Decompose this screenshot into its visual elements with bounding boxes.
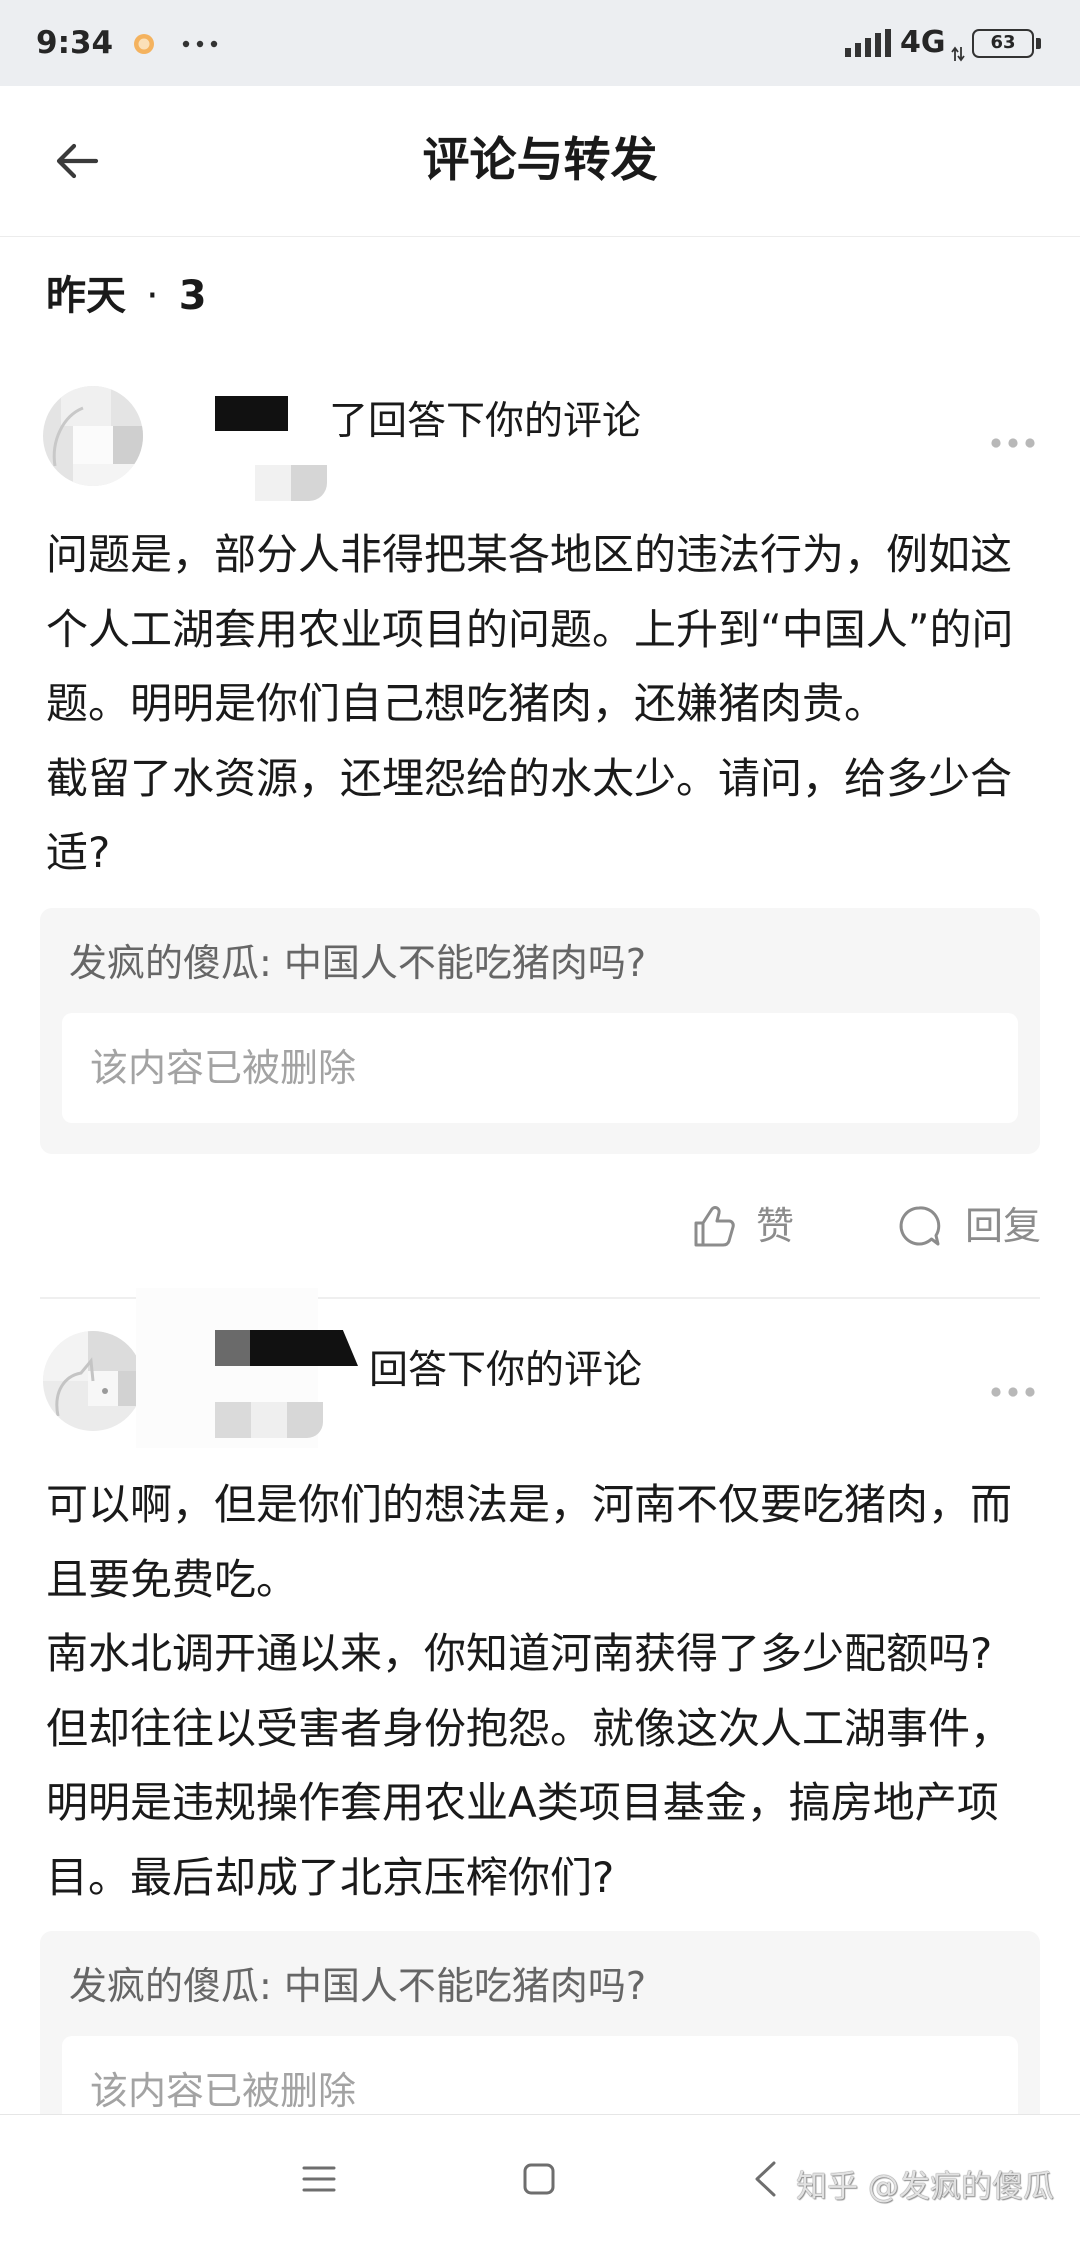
menu-icon[interactable] bbox=[302, 2163, 336, 2195]
comment-body: 问题是，部分人非得把某各地区的违法行为，例如这 个人工湖套用农业项目的问题。上升… bbox=[46, 518, 1056, 891]
app-notification-icon bbox=[134, 34, 154, 54]
like-button[interactable]: 赞 bbox=[688, 1198, 808, 1254]
signal-icon bbox=[845, 29, 891, 57]
comment-action-text: 回答下你的评论 bbox=[369, 1348, 643, 1393]
redaction-pixel bbox=[291, 465, 327, 501]
back-arrow-icon[interactable] bbox=[52, 138, 102, 184]
comment-body-line: 截留了水资源，还埋怨给的水太少。请问，给多少合 bbox=[46, 753, 1013, 803]
section-count: 3 bbox=[178, 273, 207, 319]
redaction-pixel bbox=[287, 1402, 323, 1438]
comment-body-line: 可以啊，但是你们的想法是，河南不仅要吃猪肉，而 bbox=[46, 1480, 1013, 1529]
redaction-block bbox=[250, 1330, 358, 1366]
back-icon[interactable] bbox=[752, 2160, 778, 2198]
redaction-pixel bbox=[255, 465, 291, 501]
battery-icon: 63 bbox=[972, 29, 1034, 58]
home-icon[interactable] bbox=[523, 2163, 555, 2195]
redaction-pixel bbox=[251, 1402, 287, 1438]
status-time: 9:34 bbox=[36, 25, 114, 61]
comment-body-line: 适? bbox=[46, 828, 111, 877]
battery-level: 63 bbox=[990, 32, 1016, 53]
deleted-content-box: 该内容已被删除 bbox=[62, 1013, 1018, 1123]
more-dots-icon[interactable] bbox=[990, 1386, 1036, 1398]
comment-body-line: 题。明明是你们自己想吃猪肉，还嫌猪肉贵。 bbox=[46, 679, 887, 728]
page: 9:34 4G 63 评论与转发 昨天 · 3 了回答下你的评论 问题是，部分人… bbox=[0, 0, 1080, 2244]
redacted-username[interactable] bbox=[215, 1330, 358, 1366]
network-type: 4G bbox=[900, 25, 946, 60]
quoted-comment-author: 发疯的傻瓜: bbox=[69, 941, 272, 985]
section-header: 昨天 · 3 bbox=[46, 266, 207, 326]
deleted-notice: 该内容已被删除 bbox=[90, 1046, 357, 1090]
comment-body-line: 明明是违规操作套用农业A类项目基金，搞房地产项 bbox=[46, 1778, 999, 1827]
comment-body-line: 目。最后却成了北京压榨你们? bbox=[46, 1852, 615, 1902]
comment-body-line: 个人工湖套用农业项目的问题。上升到“中国人”的问 bbox=[46, 604, 1014, 654]
avatar[interactable] bbox=[43, 1331, 143, 1431]
section-separator: · bbox=[146, 273, 159, 319]
more-dots-icon[interactable] bbox=[990, 437, 1036, 449]
battery-nub bbox=[1036, 38, 1041, 49]
redaction-block bbox=[215, 396, 288, 431]
comment-body-line: 问题是，部分人非得把某各地区的违法行为，例如这 bbox=[46, 530, 1013, 579]
like-label: 赞 bbox=[756, 1204, 795, 1248]
quoted-comment-author: 发疯的傻瓜: bbox=[69, 1964, 272, 2008]
comment-body: 可以啊，但是你们的想法是，河南不仅要吃猪肉，而 且要免费吃。 南水北调开通以来，… bbox=[46, 1468, 1056, 1915]
data-activity-icon bbox=[951, 46, 965, 62]
comment-action-text: 了回答下你的评论 bbox=[329, 399, 642, 444]
page-title: 评论与转发 bbox=[422, 133, 658, 188]
redacted-username[interactable] bbox=[215, 396, 288, 431]
comment-bubble-icon bbox=[899, 1206, 941, 1246]
section-day: 昨天 bbox=[46, 273, 126, 319]
quoted-comment-text: 发疯的傻瓜: 中国人不能吃猪肉吗? bbox=[69, 941, 646, 985]
comment-body-line: 但却往往以受害者身份抱怨。就像这次人工湖事件， bbox=[46, 1703, 1013, 1753]
redaction-pixel bbox=[215, 1402, 251, 1438]
avatar[interactable] bbox=[43, 386, 143, 486]
redaction-block bbox=[215, 1330, 250, 1366]
app-header: 评论与转发 bbox=[0, 86, 1080, 237]
watermark: 知乎 @发疯的傻瓜 bbox=[796, 2169, 1054, 2205]
reply-label: 回复 bbox=[965, 1204, 1042, 1248]
system-nav-bar: 知乎 @发疯的傻瓜 bbox=[0, 2114, 1080, 2244]
status-bar: 9:34 4G 63 bbox=[0, 0, 1080, 86]
more-notifications-icon bbox=[182, 40, 218, 48]
comment-body-line: 南水北调开通以来，你知道河南获得了多少配额吗? bbox=[46, 1629, 993, 1678]
thumbs-up-icon bbox=[694, 1206, 735, 1247]
reply-button[interactable]: 回复 bbox=[893, 1198, 1043, 1254]
quoted-comment-content: 中国人不能吃猪肉吗? bbox=[283, 941, 646, 985]
quoted-comment[interactable]: 发疯的傻瓜: 中国人不能吃猪肉吗? 该内容已被删除 bbox=[40, 908, 1040, 1154]
quoted-comment-text: 发疯的傻瓜: 中国人不能吃猪肉吗? bbox=[69, 1964, 646, 2008]
quoted-comment-content: 中国人不能吃猪肉吗? bbox=[283, 1964, 646, 2008]
comment-body-line: 且要免费吃。 bbox=[46, 1554, 299, 1604]
